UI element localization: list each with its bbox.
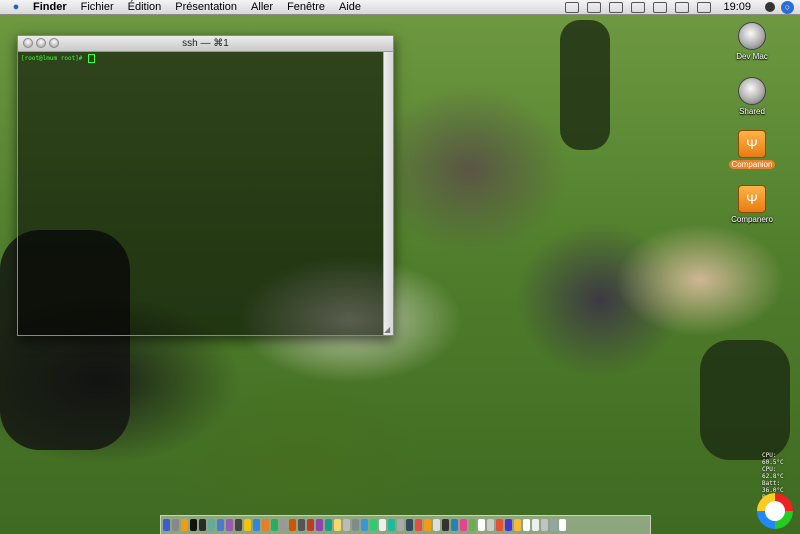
menu-finder[interactable]: Finder [26,1,74,13]
dock-app-icon[interactable] [433,519,440,531]
minimize-button[interactable] [36,38,46,48]
firewire-disk-icon: Ψ [738,130,766,158]
menu-fenetre[interactable]: Fenêtre [280,1,332,13]
dock-app-icon[interactable] [550,519,557,531]
menu-bar: ● Finder Fichier Édition Présentation Al… [0,0,800,15]
dock-app-icon[interactable] [469,519,476,531]
dock-app-icon[interactable] [478,519,485,531]
dock-app-icon[interactable] [361,519,368,531]
menu-aide[interactable]: Aide [332,1,368,13]
dock-app-icon[interactable] [226,519,233,531]
wifi-icon[interactable] [653,1,668,13]
temp-line: CPU: 62.8°C [762,466,784,480]
dock-app-icon[interactable] [352,519,359,531]
terminal-cursor [88,54,96,63]
terminal-content[interactable]: [root@lmum root]# [18,52,384,335]
terminal-window: ssh — ⌘1 [root@lmum root]# ◢ [17,35,394,336]
dock-app-icon[interactable] [406,519,413,531]
bluetooth-icon[interactable] [675,1,690,13]
dock-app-icon[interactable] [307,519,314,531]
dock-app-icon[interactable] [298,519,305,531]
dock-app-icon[interactable] [217,519,224,531]
dock-app-icon[interactable] [262,519,269,531]
dock-app-icon[interactable] [487,519,494,531]
dock [160,515,651,534]
dock-app-icon[interactable] [451,519,458,531]
sync-icon[interactable] [565,1,580,13]
keyboard-icon[interactable] [631,1,646,13]
terminal-scrollbar[interactable] [383,52,393,335]
dock-app-icon[interactable] [244,519,251,531]
dock-app-icon[interactable] [208,519,215,531]
dock-app-icon[interactable] [505,519,512,531]
dock-app-icon[interactable] [424,519,431,531]
desktop-icon-label: Dev Mac [736,52,768,61]
dock-app-icon[interactable] [388,519,395,531]
dock-app-icon[interactable] [271,519,278,531]
dock-app-icon[interactable] [163,519,170,531]
activity-ring-icon [757,493,793,529]
dock-app-icon[interactable] [496,519,503,531]
menu-fichier[interactable]: Fichier [74,1,121,13]
temp-line: Batt: 36.0°C [762,480,784,494]
temp-line: CPU: 60.5°C [762,452,784,466]
battery-icon[interactable] [609,1,624,13]
dock-app-icon[interactable] [325,519,332,531]
menubar-clock[interactable]: 19:09 [715,1,759,13]
close-button[interactable] [23,38,33,48]
dock-app-icon[interactable] [532,519,539,531]
menu-aller[interactable]: Aller [244,1,280,13]
firewire-disk-icon: Ψ [738,185,766,213]
dock-app-icon[interactable] [343,519,350,531]
dock-app-icon[interactable] [523,519,530,531]
dock-app-icon[interactable] [253,519,260,531]
desktop-icon-label: Companero [731,215,773,224]
desktop-icon-companion[interactable]: Ψ Companion [722,130,782,170]
dock-app-icon[interactable] [370,519,377,531]
desktop-icon-label: Shared [739,107,765,116]
dock-app-icon[interactable] [289,519,296,531]
dock-app-icon[interactable] [280,519,287,531]
dock-app-icon[interactable] [460,519,467,531]
dock-app-icon[interactable] [541,519,548,531]
resize-handle-icon[interactable]: ◢ [384,326,392,334]
desktop-icon-companero[interactable]: Ψ Companero [722,185,782,225]
terminal-title: ssh — ⌘1 [182,38,229,49]
desktop-icon-label: Companion [728,160,776,169]
dock-app-icon[interactable] [334,519,341,531]
hard-disk-icon [738,22,766,50]
volume-icon[interactable] [697,1,712,13]
dock-app-icon[interactable] [442,519,449,531]
dock-app-icon[interactable] [181,519,188,531]
dock-app-icon[interactable] [397,519,404,531]
menu-edition[interactable]: Édition [121,1,169,13]
dock-app-icon[interactable] [316,519,323,531]
spotlight-icon[interactable]: ○ [781,0,794,14]
dock-app-icon[interactable] [235,519,242,531]
terminal-prompt: [root@lmum root]# [21,55,87,62]
dock-app-icon[interactable] [514,519,521,531]
dock-app-icon[interactable] [559,519,566,531]
dock-app-icon[interactable] [379,519,386,531]
desktop-icon-dev-mac[interactable]: Dev Mac [722,22,782,62]
dock-app-icon[interactable] [172,519,179,531]
zoom-button[interactable] [49,38,59,48]
user-icon[interactable] [765,2,775,12]
desktop-icon-shared[interactable]: Shared [722,77,782,117]
dock-app-icon[interactable] [190,519,197,531]
refresh-icon[interactable] [587,1,602,13]
dock-app-icon[interactable] [199,519,206,531]
apple-menu-icon[interactable]: ● [0,1,26,13]
menu-presentation[interactable]: Présentation [168,1,244,13]
terminal-titlebar[interactable]: ssh — ⌘1 [18,36,393,52]
hard-disk-icon [738,77,766,105]
dock-app-icon[interactable] [415,519,422,531]
